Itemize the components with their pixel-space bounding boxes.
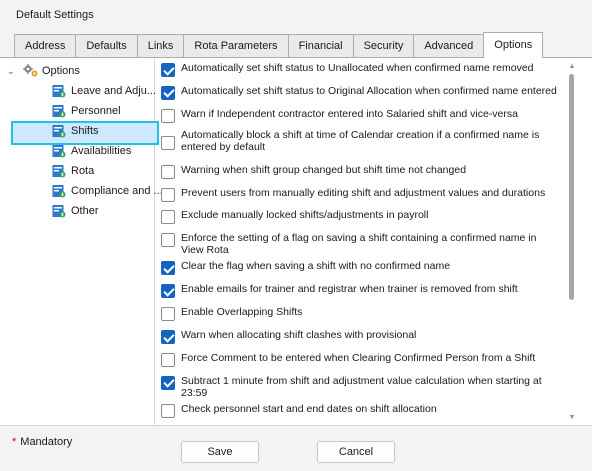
option-row[interactable]: Clear the flag when saving a shift with … [157, 256, 566, 279]
option-row[interactable]: Automatically set shift status to Unallo… [157, 58, 566, 81]
tree-item-compliance[interactable]: Compliance and ... [5, 181, 163, 201]
tree-item-leave-and-adjustments[interactable]: Leave and Adju... [5, 81, 157, 101]
options-scrollbar[interactable]: ▲ ▼ [566, 58, 578, 426]
option-checkbox[interactable] [161, 261, 175, 276]
option-row[interactable]: Warn if Independent contractor entered i… [157, 104, 566, 127]
option-row[interactable]: Force Comment to be entered when Clearin… [157, 348, 566, 371]
tab-address[interactable]: Address [14, 34, 77, 58]
option-label: Exclude manually locked shifts/adjustmen… [181, 209, 429, 222]
option-checkbox[interactable] [161, 352, 175, 367]
option-checkbox[interactable] [161, 210, 175, 225]
option-label: Subtract 1 minute from shift and adjustm… [181, 374, 542, 399]
tab-security[interactable]: Security [352, 34, 415, 58]
option-label: Enforce the setting of a flag on saving … [181, 232, 537, 257]
tree-item-label: Other [71, 205, 99, 217]
tab-defaults[interactable]: Defaults [75, 34, 138, 58]
option-checkbox[interactable] [161, 164, 175, 179]
option-row[interactable]: Enable Overlapping Shifts [157, 302, 566, 325]
option-label: Clear the flag when saving a shift with … [181, 260, 451, 273]
scroll-down-arrow-icon[interactable]: ▼ [566, 412, 578, 424]
tree-root-options[interactable]: ⌄ Options [5, 61, 154, 81]
scroll-up-arrow-icon[interactable]: ▲ [566, 61, 578, 73]
tree-item-label: Shifts [71, 125, 99, 137]
option-row[interactable]: Automatically set shift status to Origin… [157, 81, 566, 104]
mandatory-star: * [12, 436, 17, 448]
option-row[interactable]: Warn when allocating shift clashes with … [157, 325, 566, 348]
option-checkbox[interactable] [161, 135, 175, 150]
option-checkbox[interactable] [161, 108, 175, 123]
option-label: Automatically set shift status to Unallo… [181, 62, 534, 74]
option-label: Automatically set shift status to Origin… [181, 84, 557, 97]
tab-options[interactable]: Options [483, 32, 544, 58]
save-button[interactable]: Save [181, 441, 259, 463]
option-row[interactable]: Subtract 1 minute from shift and adjustm… [157, 371, 566, 399]
option-checkbox[interactable] [161, 63, 175, 77]
option-label: Enable Overlapping Shifts [181, 306, 303, 319]
tree-root-label: Options [42, 65, 80, 77]
window-title: Default Settings [16, 9, 94, 21]
tree-item-label: Compliance and ... [71, 185, 163, 197]
option-checkbox[interactable] [161, 233, 175, 248]
tab-links[interactable]: Links [136, 34, 185, 58]
option-checkbox[interactable] [161, 403, 175, 418]
settings-page-icon [52, 124, 66, 145]
tree-item-rota[interactable]: Rota [5, 161, 154, 181]
option-checkbox[interactable] [161, 330, 175, 345]
option-row[interactable]: Warning when shift group changed but shi… [157, 160, 566, 183]
options-panel: ⌄ Options Leave and Adju... Personnel Sh… [0, 57, 592, 426]
option-label: Check personnel start and end dates on s… [181, 402, 437, 415]
option-label: Enable emails for trainer and registrar … [181, 283, 518, 296]
tree-item-shifts[interactable]: Shifts [5, 121, 159, 145]
option-row[interactable]: Enforce the setting of a flag on saving … [157, 228, 566, 256]
tree-item-label: Rota [71, 165, 95, 177]
option-checkbox[interactable] [161, 307, 175, 322]
option-checkbox[interactable] [161, 187, 175, 202]
option-row[interactable]: Check personnel start and end dates on s… [157, 399, 566, 422]
option-checkbox[interactable] [161, 375, 175, 390]
option-label: Warn when allocating shift clashes with … [181, 329, 417, 342]
tab-advanced[interactable]: Advanced [413, 34, 485, 58]
mandatory-note: * Mandatory [12, 436, 72, 448]
tree-item-label: Availabilities [71, 145, 132, 157]
tree-item-label: Personnel [71, 105, 121, 117]
mandatory-label: Mandatory [20, 436, 73, 448]
option-label: Automatically block a shift at time of C… [181, 128, 540, 153]
tab-financial[interactable]: Financial [287, 34, 354, 58]
option-label: Warning when shift group changed but shi… [181, 163, 467, 176]
tree-item-personnel[interactable]: Personnel [5, 101, 154, 121]
option-row[interactable]: Enable emails for trainer and registrar … [157, 279, 566, 302]
cancel-button[interactable]: Cancel [317, 441, 395, 463]
option-label: Force Comment to be entered when Clearin… [181, 351, 536, 364]
settings-page-icon [52, 204, 66, 225]
option-row[interactable]: Exclude manually locked shifts/adjustmen… [157, 205, 566, 228]
tree-item-label: Leave and Adju... [71, 85, 157, 97]
tree-item-availabilities[interactable]: Availabilities [5, 141, 154, 161]
scrollbar-thumb[interactable] [569, 74, 574, 300]
options-tree: ⌄ Options Leave and Adju... Personnel Sh… [5, 58, 163, 426]
option-row[interactable]: Shift bookings update shift values based… [157, 422, 566, 427]
option-row[interactable]: Prevent users from manually editing shif… [157, 183, 566, 206]
settings-tab-strip: Address Defaults Links Rota Parameters F… [14, 32, 544, 58]
option-label: Prevent users from manually editing shif… [181, 186, 546, 199]
chevron-down-icon[interactable]: ⌄ [7, 61, 15, 81]
option-label: Warn if Independent contractor entered i… [181, 107, 518, 120]
tab-rota-parameters[interactable]: Rota Parameters [183, 34, 289, 58]
option-row[interactable]: Automatically block a shift at time of C… [157, 127, 566, 160]
tree-item-other[interactable]: Other [5, 201, 154, 221]
shift-options-list: Automatically set shift status to Unallo… [157, 58, 566, 426]
option-checkbox[interactable] [161, 85, 175, 100]
option-checkbox[interactable] [161, 284, 175, 299]
